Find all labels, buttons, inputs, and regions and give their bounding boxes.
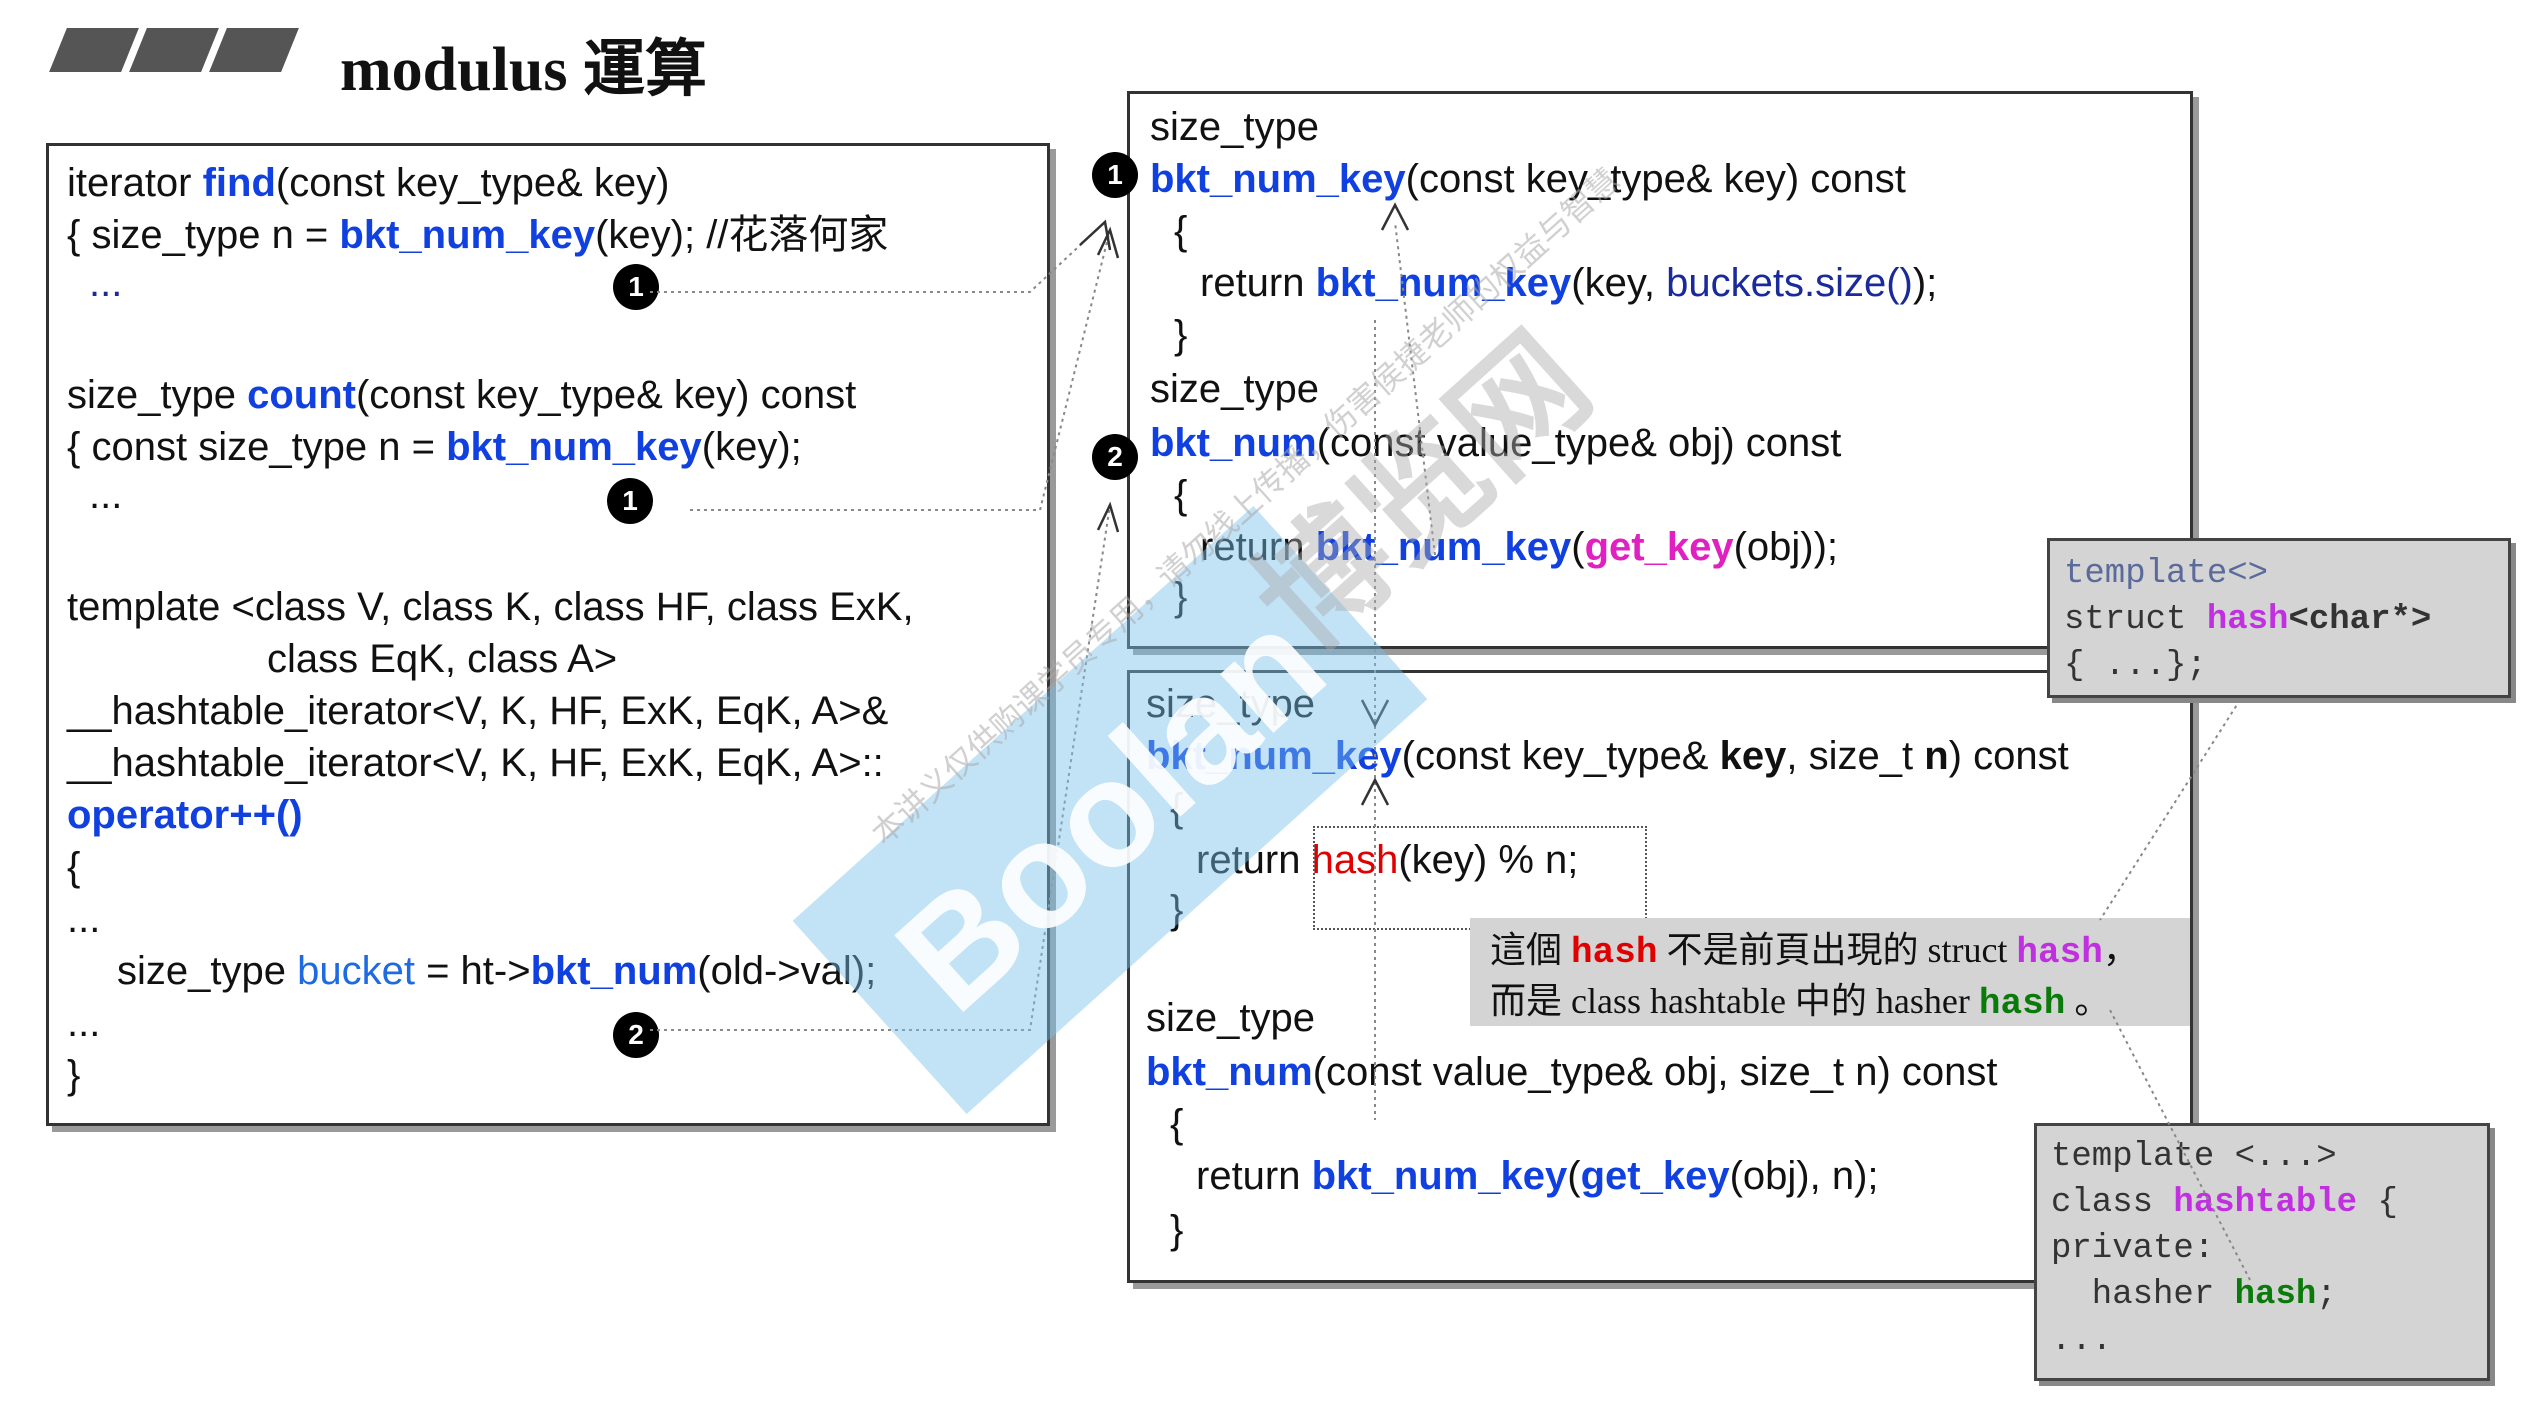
template-brace-open: { [67, 845, 81, 889]
badge-2-bkt-num: 2 [1092, 434, 1138, 480]
template-line-2: class EqK, class A> [267, 637, 618, 681]
tr-size-type-1: size_type [1150, 105, 1319, 149]
template-line-1: template <class V, class K, class HF, cl… [67, 585, 914, 629]
title-decoration-bar-3 [209, 28, 299, 72]
hashtable-line-2: class hashtable { [2051, 1184, 2398, 1222]
title-decoration-bar-1 [49, 28, 139, 72]
badge-1-count: 1 [607, 478, 653, 524]
find-signature-line: iterator find(const key_type& key) [67, 161, 670, 205]
badge-1-find: 1 [613, 264, 659, 310]
hashtable-class-box: template <...> class hashtable {private: … [2034, 1123, 2490, 1381]
template-ellipsis-2: ... [67, 1001, 101, 1045]
arrow-head-3 [1096, 501, 1120, 533]
arrow-head-1 [1079, 219, 1112, 251]
bucket-line: size_type bucket = ht->bkt_num(old->val)… [117, 949, 877, 993]
tr-brace-close-1: } [1174, 313, 1188, 357]
tr-return-line-1: return bkt_num_key(key, buckets.size()); [1200, 261, 1938, 305]
find-body-line: { size_type n = bkt_num_key(key); //花落何家 [67, 213, 889, 257]
hashtable-line-1: template <...> [2051, 1138, 2337, 1176]
tr-size-type-2: size_type [1150, 367, 1319, 411]
br-return-line-2: return bkt_num_key(get_key(obj), n); [1196, 1154, 1879, 1198]
operator-plusplus: operator++() [67, 793, 303, 837]
badge-1-bkt-num-key: 1 [1092, 152, 1138, 198]
tr-bkt-num-key-signature: bkt_num_key(const key_type& key) const [1150, 157, 1906, 201]
find-ellipsis: ... [89, 261, 123, 305]
note-line-2: 而是 class hashtable 中的 hasher hash 。 [1490, 981, 2111, 1024]
badge-2-operator: 2 [613, 1012, 659, 1058]
hash-char-specialization-box: template<> struct hash<char*> { ...}; [2047, 538, 2511, 698]
br-brace-open-2: { [1170, 1102, 1184, 1146]
hashtable-line-4: hasher hash; [2051, 1276, 2337, 1314]
template-line-4: __hashtable_iterator<V, K, HF, ExK, EqK,… [67, 741, 884, 785]
hash-char-line-1: template<> [2064, 555, 2269, 593]
hashtable-line-5: ... [2051, 1322, 2113, 1360]
note-line-1: 這個 hash 不是前頁出現的 struct hash， [1490, 930, 2139, 973]
hash-char-line-3: { ...}; [2064, 647, 2207, 685]
count-ellipsis: ... [89, 473, 123, 517]
hash-char-line-2: struct hash<char*> [2064, 601, 2432, 639]
br-size-type-2: size_type [1146, 996, 1315, 1040]
hash-explanation-note: 這個 hash 不是前頁出現的 struct hash， 而是 class ha… [1470, 918, 2190, 1026]
template-line-3: __hashtable_iterator<V, K, HF, ExK, EqK,… [67, 689, 889, 733]
count-body-line: { const size_type n = bkt_num_key(key); [67, 425, 802, 469]
template-ellipsis-1: ... [67, 897, 101, 941]
br-bkt-num-signature: bkt_num(const value_type& obj, size_t n)… [1146, 1050, 1998, 1094]
tr-brace-open-2: { [1174, 473, 1188, 517]
hash-highlight-box [1313, 826, 1647, 930]
arrow-head-2 [1096, 226, 1120, 259]
template-brace-close: } [67, 1053, 81, 1097]
br-brace-close-2: } [1170, 1208, 1184, 1252]
count-signature-line: size_type count(const key_type& key) con… [67, 373, 857, 417]
title-decoration-bar-2 [129, 28, 219, 72]
page-title: modulus 運算 [340, 36, 707, 104]
tr-brace-open-1: { [1174, 209, 1188, 253]
hashtable-line-3: private: [2051, 1230, 2215, 1268]
